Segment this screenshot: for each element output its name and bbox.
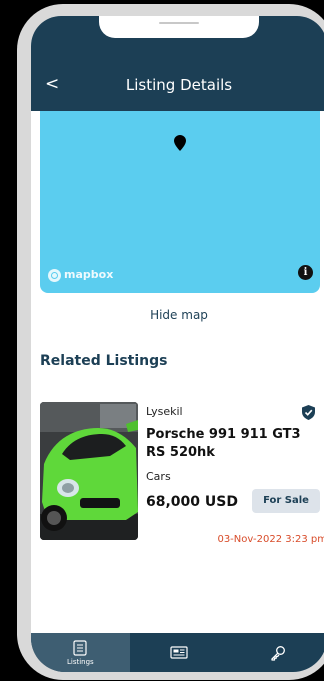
map-view[interactable]: mapbox i — [40, 111, 320, 293]
hide-map-link[interactable]: Hide map — [111, 306, 247, 324]
listing-date: 03-Nov-2022 3:23 pm — [217, 534, 324, 545]
phone-notch — [99, 16, 259, 38]
app-screen: < Listing Details mapbox i Hide map Rela… — [31, 16, 324, 672]
listing-category: Cars — [146, 470, 171, 483]
map-info-button[interactable]: i — [298, 265, 313, 280]
bottom-tab-bar: Listings — [31, 633, 324, 672]
map-pin-icon[interactable] — [174, 135, 186, 151]
listing-title[interactable]: Porsche 991 911 GT3 RS 520hk — [146, 426, 321, 462]
related-listings-heading: Related Listings — [40, 353, 168, 369]
mapbox-logo: mapbox — [48, 267, 113, 283]
listing-thumbnail[interactable] — [40, 402, 138, 540]
app-header: < Listing Details — [31, 16, 324, 111]
shield-check-icon — [302, 405, 315, 420]
car-image — [40, 402, 138, 540]
tab-key[interactable] — [228, 633, 324, 672]
speaker-grill — [159, 22, 199, 24]
listings-icon — [73, 639, 87, 656]
tab-news[interactable] — [130, 633, 229, 672]
page-title: Listing Details — [125, 76, 233, 94]
listing-location: Lysekil — [146, 405, 183, 418]
related-listing-card[interactable]: Lysekil Porsche 991 911 GT3 RS 520hk Car… — [40, 402, 324, 562]
mapbox-logo-text: mapbox — [64, 268, 114, 281]
newspaper-icon — [170, 646, 188, 659]
back-button[interactable]: < — [45, 74, 61, 94]
listing-price: 68,000 USD — [146, 494, 238, 510]
key-icon — [271, 645, 285, 661]
status-badge: For Sale — [252, 489, 320, 513]
tab-listings[interactable]: Listings — [31, 633, 130, 672]
tab-listings-label: Listings — [66, 657, 94, 666]
mapbox-logo-icon — [48, 268, 61, 282]
